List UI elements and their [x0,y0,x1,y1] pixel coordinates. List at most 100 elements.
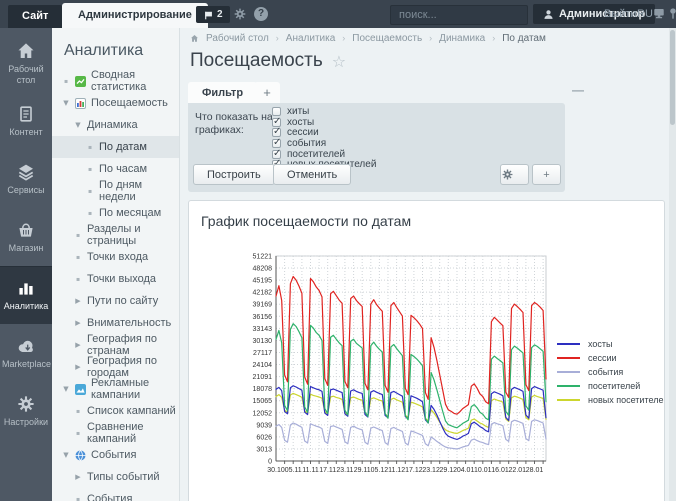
star-icon[interactable]: ☆ [332,52,346,71]
sidebar-item[interactable]: ▪Точки входа [52,246,179,268]
home-icon[interactable] [190,34,199,43]
sidebar-item[interactable]: ▪По месяцам [52,202,179,224]
logout-link[interactable]: Выйти [604,0,637,28]
main-content: Рабочий стол›Аналитика›Посещаемость›Дина… [180,28,669,501]
svg-text:27117: 27117 [253,350,272,357]
sidebar-item-label: Разделы и страницы [87,223,179,247]
breadcrumb-separator: › [492,33,495,43]
cancel-button[interactable]: Отменить [273,164,351,185]
minimize-filter-button[interactable]: — [572,83,584,97]
sidebar-item[interactable]: ▼Посещаемость [52,92,179,114]
build-button[interactable]: Построить [193,164,275,185]
sidebar-item[interactable]: ▪Разделы и страницы [52,224,179,246]
rail-item-gear[interactable]: Настройки [0,382,52,440]
filter-checkbox[interactable] [272,139,281,148]
bullet-icon: ▪ [74,408,82,415]
chevron-down-icon: ▼ [74,121,82,129]
pin-icon[interactable] [667,7,676,19]
sidebar-item[interactable]: ▼Рекламные кампании [52,378,179,400]
rail-item-document[interactable]: Контент [0,92,52,150]
help-icon[interactable]: ? [254,7,268,21]
svg-text:3013: 3013 [256,446,272,453]
search-input[interactable] [391,9,545,21]
chevron-down-icon: ▼ [62,385,70,393]
sidebar-item-label: Список кампаний [87,405,176,417]
filter-tab[interactable]: Фильтр [188,82,257,103]
sidebar-item[interactable]: ▪ Список кампаний [52,400,179,422]
sidebar-item[interactable]: ▶Внимательность [52,312,179,334]
bullet-icon: ▪ [74,496,82,501]
sidebar-item[interactable]: ▪По датам [52,136,179,158]
flag-icon [203,10,213,20]
chevron-down-icon: ▼ [62,99,70,107]
svg-text:17.12: 17.12 [405,467,423,474]
site-tab[interactable]: Сайт [8,5,62,28]
breadcrumb-item[interactable]: Рабочий стол [206,33,269,44]
legend-item: события [557,365,665,379]
sidebar-item[interactable]: ▪Сводная статистика [52,70,179,92]
events-icon [75,450,86,461]
filter-section: Фильтр + — Что показать на графиках: хит… [188,82,565,192]
user-icon [543,9,554,20]
sidebar-item-label: Внимательность [87,317,171,329]
filter-checkbox[interactable] [272,128,281,137]
sidebar-item[interactable]: ▶Типы событий [52,466,179,488]
chevron-right-icon: ▶ [74,363,82,371]
breadcrumb-item[interactable]: Аналитика [286,33,336,44]
legend-item: новых посетителей [557,393,665,407]
filter-checkbox[interactable] [272,118,281,127]
rail-item-cloud[interactable]: Marketplace [0,324,52,382]
bullet-icon: ▪ [74,430,82,437]
bullet-icon: ▪ [86,166,94,173]
sidebar-title: Аналитика [52,28,179,70]
notifications-button[interactable]: 2 [196,6,230,23]
layers-icon [16,162,36,182]
add-filter-tab[interactable]: + [254,82,280,103]
gear-icon[interactable] [233,7,247,21]
svg-text:29.12: 29.12 [440,467,458,474]
filter-settings-button[interactable] [500,164,529,185]
sidebar-item[interactable]: ▶Пути по сайту [52,290,179,312]
breadcrumb-separator: › [342,33,345,43]
notifications-count: 2 [217,9,223,20]
bullet-icon: ▪ [62,78,70,85]
sidebar-item[interactable]: ▪Сравнение кампаний [52,422,179,444]
breadcrumb-item[interactable]: Посещаемость [352,33,422,44]
admin-tab[interactable]: Администрирование [62,3,208,28]
sidebar-item[interactable]: ▶География по странам [52,334,179,356]
filter-add-button[interactable]: + [532,164,561,185]
breadcrumb: Рабочий стол›Аналитика›Посещаемость›Дина… [180,28,669,48]
sidebar-item-label: Точки входа [87,251,148,263]
sidebar-item[interactable]: ▪События [52,488,179,501]
sidebar-item[interactable]: ▼События [52,444,179,466]
breadcrumb-item[interactable]: По датам [502,33,546,44]
svg-text:9039: 9039 [256,422,272,429]
rail-item-layers[interactable]: Сервисы [0,150,52,208]
rail-item-basket[interactable]: Магазин [0,208,52,266]
scrollbar-thumb[interactable] [670,30,675,125]
rail-item-label: Сервисы [2,185,50,195]
breadcrumb-item[interactable]: Динамика [439,33,485,44]
svg-text:18078: 18078 [253,386,273,393]
scrollbar[interactable] [669,28,676,501]
sidebar-item-label: Пути по сайту [87,295,158,307]
sidebar-item[interactable]: ▶География по городам [52,356,179,378]
display-icon[interactable] [653,7,665,19]
rail-item-home[interactable]: Рабочий стол [0,34,52,92]
sidebar-item[interactable]: ▪По дням недели [52,180,179,202]
filter-checkbox[interactable] [272,107,281,116]
document-icon [16,104,36,124]
rail-item-bar-chart[interactable]: Аналитика [0,266,52,324]
svg-text:45195: 45195 [253,278,273,285]
sidebar-item[interactable]: ▪Точки выхода [52,268,179,290]
svg-text:33143: 33143 [253,326,273,333]
svg-text:04.01: 04.01 [457,467,475,474]
traffic-icon [75,98,86,109]
svg-text:23.12: 23.12 [422,467,440,474]
sidebar-item[interactable]: ▼Динамика [52,114,179,136]
filter-checkbox[interactable] [272,150,281,159]
sidebar-item[interactable]: ▪По часам [52,158,179,180]
rail-item-label: Контент [2,127,50,137]
filter-option: хиты [272,106,376,117]
svg-text:39169: 39169 [253,302,273,309]
